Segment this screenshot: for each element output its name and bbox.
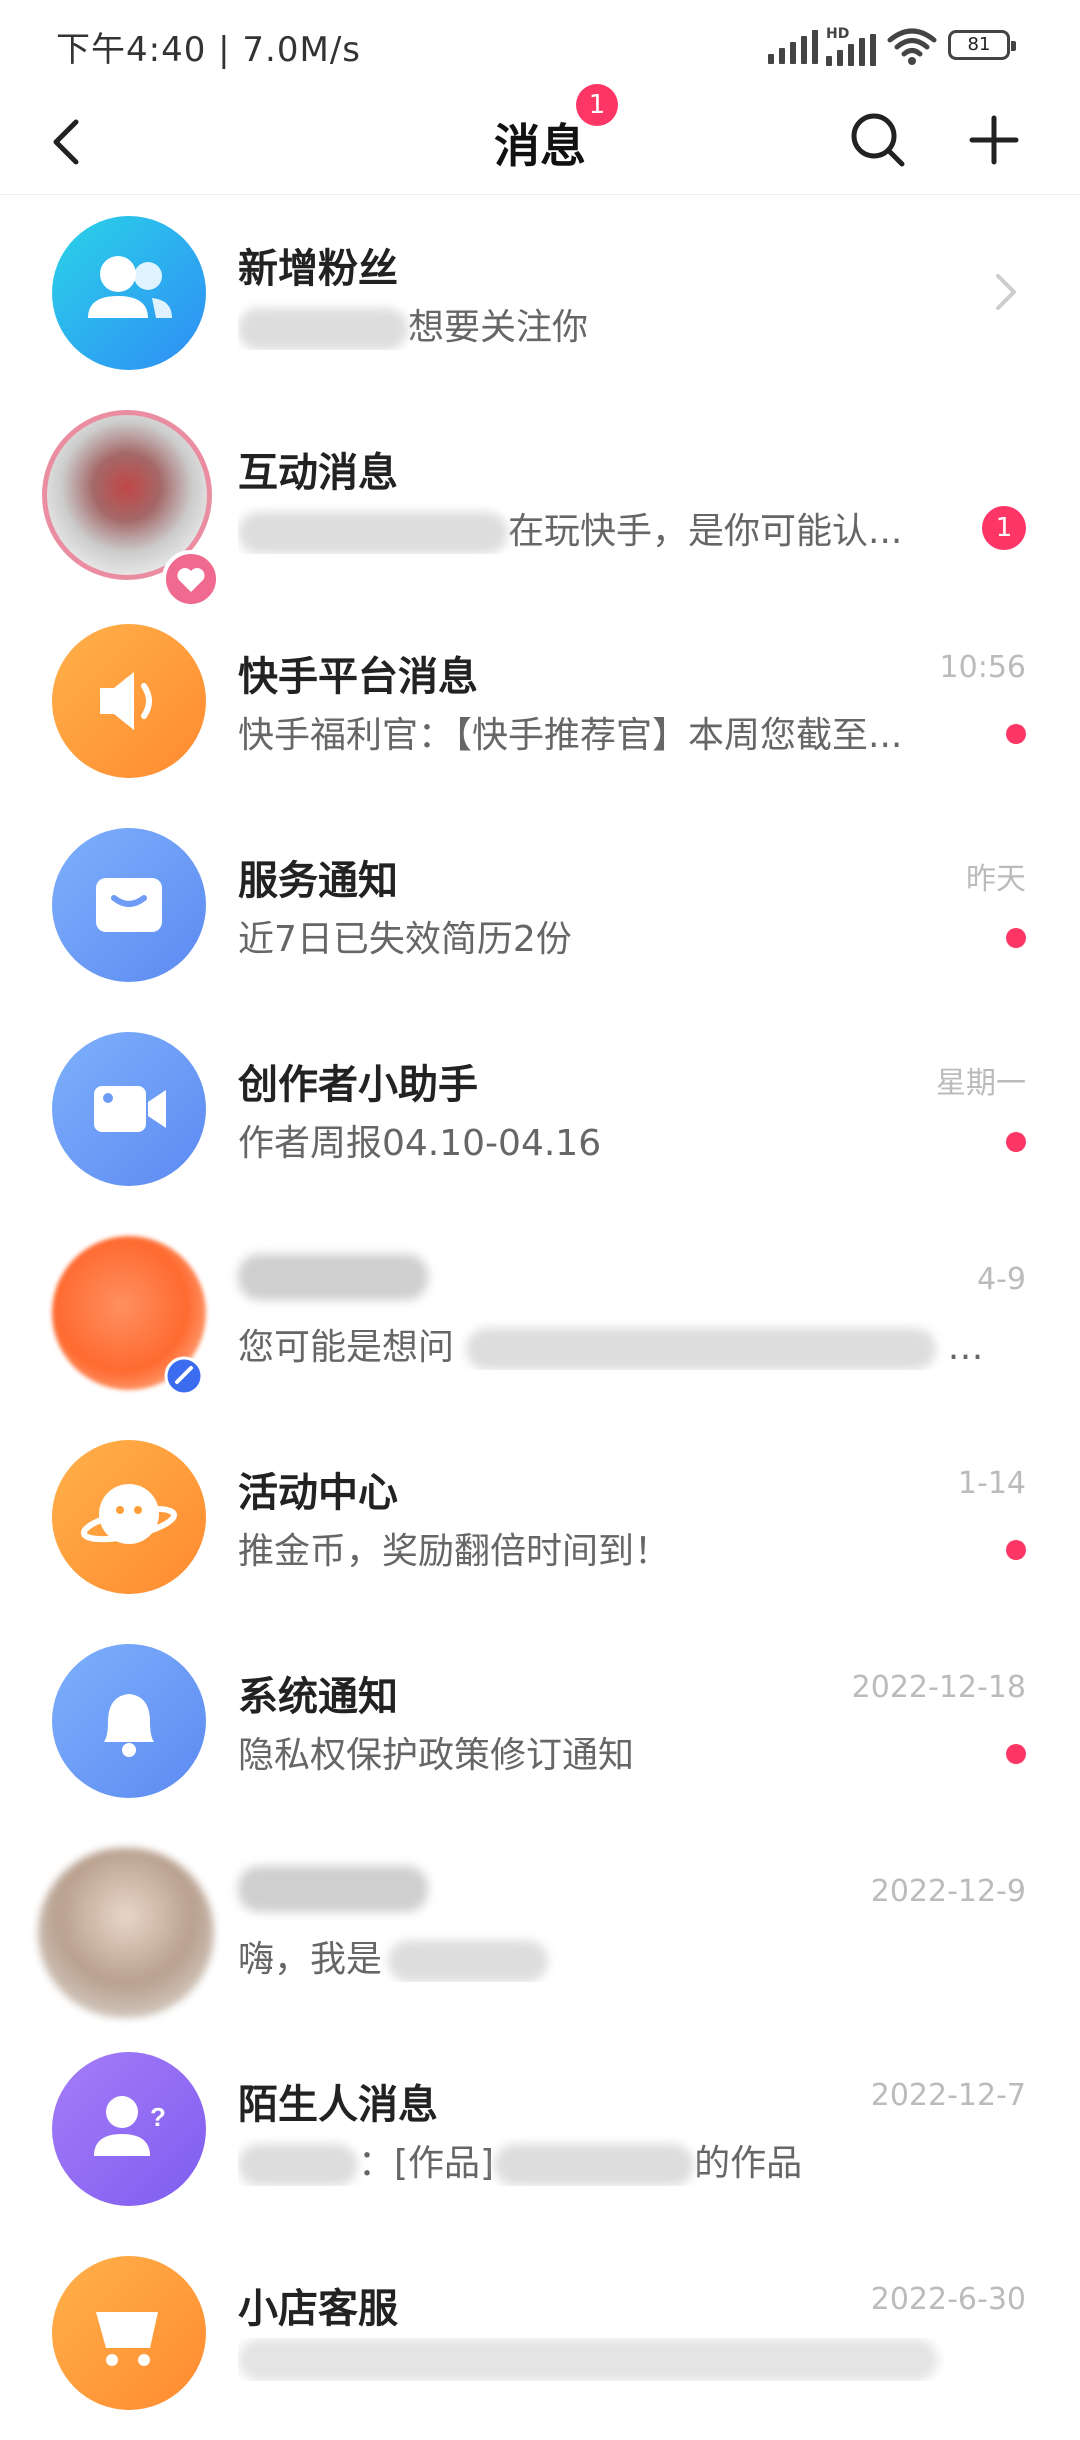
blurred-name [238,512,508,554]
item-subtitle: 在玩快手，是你可能认... [238,502,938,554]
item-time: 昨天 [966,862,1026,897]
item-title: 快手平台消息 [238,654,478,700]
item-time: 1-14 [957,1466,1026,1501]
list-item-stranger[interactable]: ? 陌生人消息 2022-12-7 ：[作品] 的作品 [0,2032,1080,2236]
unread-dot [1006,1132,1026,1152]
item-subtitle-text: 想要关注你 [408,307,589,348]
item-time: 2022-6-30 [870,2282,1026,2317]
unread-dot [1006,1540,1026,1560]
list-item-system[interactable]: 系统通知 2022-12-18 隐私权保护政策修订通知 [0,1624,1080,1828]
item-subtitle: 作者周报04.10-04.16 [238,1123,602,1164]
list-item-interactions[interactable]: 互动消息 在玩快手，是你可能认... 1 [0,400,1080,608]
battery-level: 81 [967,34,991,55]
item-subtitle-text: ：[作品] [358,2143,495,2184]
stranger-icon: ? [94,2096,166,2156]
avatar [52,828,206,982]
list-item-creator[interactable]: 创作者小助手 星期一 作者周报04.10-04.16 [0,1012,1080,1216]
blurred-name [238,308,408,350]
item-subtitle: 您可能是想问 … [238,1327,984,1370]
item-title [238,1252,428,1300]
planet-icon [80,1484,178,1544]
item-time: 2022-12-7 [870,2078,1026,2113]
item-time: 星期一 [936,1066,1026,1101]
item-subtitle-text: 嗨，我是 [238,1939,383,1980]
blurred-text [238,2339,938,2381]
list-item-shop-service[interactable]: 小店客服 2022-6-30 [0,2236,1080,2440]
add-icon[interactable] [962,108,1026,172]
bell-icon [104,1694,154,1757]
item-subtitle-text: 在玩快手，是你可能认... [508,511,903,552]
message-list: 新增粉丝 想要关注你 互动消息 在玩快手，是你可能认... 1 快手平台消息 1… [0,196,1080,2440]
verified-badge-icon [164,1356,204,1396]
item-subtitle-text: 您可能是想问 [238,1327,455,1368]
blurred-text [494,2144,695,2186]
blurred-text [466,1328,937,1370]
avatar [52,216,206,370]
item-subtitle: ：[作品] 的作品 [238,2134,998,2186]
page-title-text: 消息 [494,119,586,173]
item-title: 创作者小助手 [238,1062,478,1108]
item-title: 服务通知 [238,858,398,904]
search-icon[interactable] [846,108,910,172]
item-title: 小店客服 [238,2286,398,2332]
heart-badge-icon [162,550,220,608]
item-time: 10:56 [939,650,1026,685]
list-item-conversation[interactable]: 4-9 您可能是想问 … [0,1216,1080,1420]
fans-icon [88,256,172,318]
list-item-conversation[interactable]: 2022-12-9 嗨，我是 [0,1828,1080,2032]
item-title: 活动中心 [238,1470,398,1516]
avatar [52,624,206,778]
page-title: 消息 [0,110,1080,176]
avatar [52,1644,206,1798]
item-title: 陌生人消息 [238,2082,438,2128]
blurred-name [238,1254,428,1300]
blurred-text [388,1940,549,1982]
title-badge: 1 [576,84,618,126]
envelope-icon [96,878,162,932]
blurred-name [238,2144,358,2186]
battery-icon: 81 [948,30,1016,60]
avatar: ? [52,2052,206,2206]
list-item-activity[interactable]: 活动中心 1-14 推金币，奖励翻倍时间到！ [0,1420,1080,1624]
chevron-right-icon [996,274,1016,310]
unread-dot [1006,928,1026,948]
avatar [52,1032,206,1186]
item-subtitle: 隐私权保护政策修订通知 [238,1735,635,1776]
item-subtitle: 推金币，奖励翻倍时间到！ [238,1531,671,1572]
avatar [38,1848,214,2018]
unread-dot [1006,724,1026,744]
signal-icon-2 [826,32,876,66]
wifi-icon [887,28,937,65]
list-item-service[interactable]: 服务通知 昨天 近7日已失效简历2份 [0,808,1080,1012]
item-time: 2022-12-9 [870,1874,1026,1909]
unread-count-badge: 1 [982,506,1026,550]
speaker-icon [100,672,152,730]
status-time: 下午4:40 | 7.0M/s [56,30,361,70]
item-time: 4-9 [977,1262,1026,1297]
nav-bar: 消息 1 [0,84,1080,195]
list-item-platform[interactable]: 快手平台消息 10:56 快手福利官：【快手推荐官】本周您截至... [0,604,1080,808]
item-subtitle: 近7日已失效简历2份 [238,919,572,960]
blurred-name [238,1866,428,1912]
item-title: 互动消息 [238,450,398,496]
item-subtitle: 快手福利官：【快手推荐官】本周您截至... [238,715,903,756]
item-subtitle [238,2338,958,2381]
item-subtitle-suffix: 的作品 [694,2143,803,2184]
item-title: 系统通知 [238,1674,398,1720]
svg-text:?: ? [150,2102,166,2132]
list-item-new-fans[interactable]: 新增粉丝 想要关注你 [0,196,1080,400]
status-bar: 下午4:40 | 7.0M/s HD 81 [0,0,1080,92]
item-title [238,1864,428,1912]
unread-dot [1006,1744,1026,1764]
video-camera-icon [94,1086,166,1132]
item-time: 2022-12-18 [851,1670,1026,1705]
cart-icon [96,2312,158,2366]
item-subtitle: 嗨，我是 [238,1930,958,1982]
item-subtitle: 想要关注你 [238,298,958,350]
avatar [52,2256,206,2410]
avatar [52,1440,206,1594]
signal-icon [768,30,818,64]
item-title: 新增粉丝 [238,246,398,292]
